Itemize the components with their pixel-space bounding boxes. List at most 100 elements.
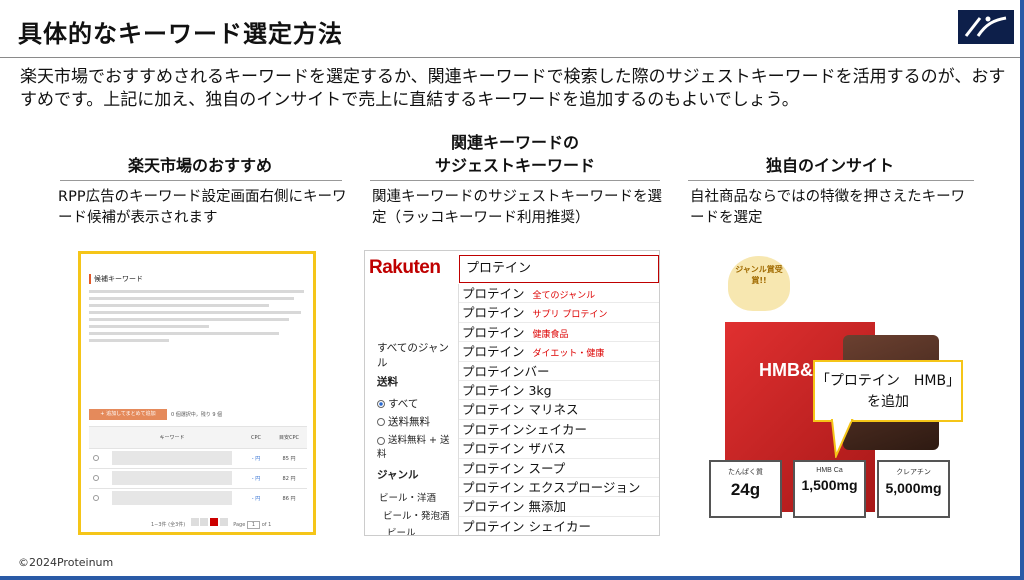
blurred-text-line — [89, 325, 209, 328]
suggestion-item[interactable]: プロテイン ダイエット・健康 — [459, 342, 659, 362]
cpc-cell: - 円 — [241, 468, 271, 489]
radio-free-plus-option[interactable]: 送料無料 + 送料 — [377, 432, 458, 460]
suggestion-text: プロテイン — [462, 344, 525, 360]
rakuten-logo: Rakuten — [369, 257, 441, 278]
suggestion-item[interactable]: プロテイン 健康食品 — [459, 323, 659, 343]
blurred-text-line — [89, 304, 269, 307]
column-heading-suggest-line2: サジェストキーワード — [434, 156, 595, 175]
table-row: - 円 86 円 — [89, 488, 307, 509]
radio-free-option[interactable]: 送料無料 — [377, 414, 430, 429]
suggestion-text: プロテイン 3kg — [462, 382, 552, 398]
suggestion-item[interactable]: プロテインバー — [459, 362, 659, 381]
blurred-text-line — [89, 290, 304, 293]
suggestion-text: プロテイン — [462, 286, 525, 301]
suggestion-genre: 全てのジャンル — [532, 291, 596, 301]
genre-item[interactable]: ビール・洋酒 — [379, 490, 436, 504]
radio-icon[interactable] — [377, 400, 385, 408]
column-text-insight: 自社商品ならではの特徴を押さえたキーワードを選定 — [690, 189, 966, 226]
suggestion-item[interactable]: プロテイン ザバス — [459, 439, 659, 459]
suggestion-item[interactable]: プロテイン サプリ プロテイン — [459, 303, 659, 323]
pagination: 1−3件 (全3件) Page 1 of 1 — [151, 518, 272, 529]
table-header-row: キーワード CPC 目安CPC — [89, 426, 307, 449]
suggestion-text: プロテイン マリネス — [462, 402, 579, 418]
suggestion-text: プロテインシェイカー — [462, 421, 588, 437]
callout-line1: 「プロテイン HMB」 — [815, 373, 961, 389]
column-divider — [688, 180, 974, 181]
suggestion-genre: 健康食品 — [532, 329, 569, 340]
nutrition-label: クレアチン — [896, 469, 931, 476]
all-genres-label[interactable]: すべてのジャンル — [377, 340, 458, 370]
prev-page-button[interactable] — [190, 518, 199, 526]
search-input[interactable]: プロテイン — [459, 255, 659, 283]
target-cpc-cell: 82 円 — [271, 468, 307, 489]
keyword-table: キーワード CPC 目安CPC - 円 85 円 - 円 82 円 - 円 86 — [89, 426, 307, 509]
blurred-keyword — [112, 450, 232, 465]
page-of: of 1 — [261, 522, 272, 528]
col-target-cpc: 目安CPC — [271, 426, 307, 449]
suggestion-list: プロテイン 全てのジャンル プロテイン サプリ プロテイン プロテイン 健康食品 プロテイン… — [458, 284, 659, 535]
suggestion-text: プロテイン スープ — [462, 460, 566, 476]
column-divider — [60, 180, 342, 181]
nutrition-label: HMB Ca — [816, 467, 843, 474]
cpc-cell: - 円 — [241, 448, 271, 469]
suggestion-text: プロテイン — [462, 324, 525, 340]
pagination-range: 1−3件 (全3件) — [151, 522, 186, 528]
callout-box: 「プロテイン HMB」 を追加 — [813, 360, 963, 422]
table-row: - 円 85 円 — [89, 448, 307, 469]
suggestion-item[interactable]: プロテインシェイカー — [459, 420, 659, 440]
page-input[interactable]: 1 — [246, 521, 261, 529]
genre-item[interactable]: ビール・発泡酒 — [383, 508, 450, 522]
radio-all-option[interactable]: すべて — [377, 396, 418, 411]
suggestion-item[interactable]: プロテイン スープ — [459, 459, 659, 478]
nutrition-label: たんぱく質 — [728, 469, 763, 476]
row-radio[interactable] — [93, 454, 99, 461]
blurred-text-line — [89, 332, 279, 335]
radio-icon[interactable] — [377, 436, 385, 445]
suggestion-genre: サプリ プロテイン — [532, 310, 608, 321]
column-text-suggest: 関連キーワードのサジェストキーワードを選定（ラッコキーワード利用推奨） — [372, 189, 662, 226]
blurred-text-line — [89, 311, 301, 314]
suggestion-text: プロテイン — [462, 305, 525, 321]
selection-count: 0 個選択中，残り 9 個 — [171, 412, 223, 418]
nutrition-value: 1,500mg — [801, 477, 858, 493]
col-keyword: キーワード — [103, 426, 241, 449]
nutrition-value: 5,000mg — [885, 480, 942, 496]
suggestion-item[interactable]: プロテイン シェイカー — [459, 517, 659, 535]
suggestion-item[interactable]: プロテイン 3kg — [459, 381, 659, 401]
table-row: - 円 82 円 — [89, 468, 307, 489]
row-radio[interactable] — [93, 474, 99, 481]
blurred-text-line — [89, 297, 294, 300]
rpp-keyword-panel: 候補キーワード + 追加してまとめて追加 0 個選択中，残り 9 個 キーワード… — [78, 251, 316, 535]
target-cpc-cell: 85 円 — [271, 448, 307, 469]
add-keywords-button[interactable]: + 追加してまとめて追加 — [89, 409, 167, 420]
radio-icon[interactable] — [377, 418, 385, 426]
shipping-label: 送料 — [377, 376, 398, 388]
brand-logo — [958, 10, 1014, 44]
suggestion-genre: ダイエット・健康 — [532, 349, 605, 360]
slide-title: 具体的なキーワード選定方法 — [18, 20, 343, 48]
column-text-rakuten-recommend: RPP広告のキーワード設定画面右側にキーワード候補が表示されます — [58, 189, 347, 226]
suggestion-item[interactable]: プロテイン 無添加 — [459, 497, 659, 517]
current-page-button[interactable] — [210, 518, 219, 526]
prev-page-button[interactable] — [200, 518, 209, 526]
suggestion-item[interactable]: プロテイン エクスプロージョン — [459, 478, 659, 498]
row-radio[interactable] — [93, 494, 99, 501]
suggestion-text: プロテインバー — [462, 363, 550, 379]
slide: 具体的なキーワード選定方法 楽天市場でおすすめされるキーワードを選定するか、関連… — [0, 0, 1024, 580]
blurred-keyword — [112, 470, 232, 485]
nutrition-box: たんぱく質 24g — [709, 460, 782, 518]
suggestion-item[interactable]: プロテイン 全てのジャンル — [459, 284, 659, 304]
column-heading-insight: 独自のインサイト — [765, 156, 894, 175]
rpp-panel-title: 候補キーワード — [89, 274, 143, 284]
filter-sidebar: すべてのジャンル 送料 すべて 送料無料 送料無料 + 送料 ジャンル ビール・… — [365, 287, 458, 535]
target-cpc-cell: 86 円 — [271, 488, 307, 509]
genre-item[interactable]: ビール — [387, 525, 416, 535]
next-page-button[interactable] — [219, 518, 228, 526]
cpc-cell: - 円 — [241, 488, 271, 509]
suggestion-item[interactable]: プロテイン マリネス — [459, 400, 659, 420]
suggestion-text: プロテイン シェイカー — [462, 518, 591, 534]
column-heading-suggest-line1: 関連キーワードの — [450, 133, 579, 152]
callout-line2: を追加 — [867, 394, 909, 410]
intro-text: 楽天市場でおすすめされるキーワードを選定するか、関連キーワードで検索した際のサジ… — [20, 67, 1006, 110]
copyright: ©2024Proteinum — [18, 556, 114, 569]
